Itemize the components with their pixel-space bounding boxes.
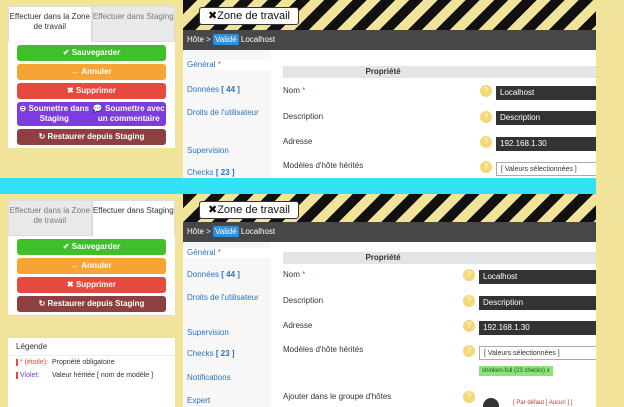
crumb-host: Localhost bbox=[238, 227, 276, 236]
help-icon[interactable]: ? bbox=[463, 320, 475, 332]
row-nom: Nom * bbox=[283, 86, 306, 95]
help-icon[interactable]: ? bbox=[480, 111, 492, 123]
legend-violet-value: Valeur héritée [ nom de modèle ] bbox=[52, 372, 154, 379]
main-area-bottom: ✖Zone de travail Hôte > Validé Localhost… bbox=[183, 194, 596, 407]
row-groupe: Ajouter dans le groupe d'hôtes bbox=[283, 392, 392, 401]
tab-workzone[interactable]: Effectuer dans la Zone de travail bbox=[8, 200, 92, 236]
sidebar-item-supervision[interactable]: Supervision bbox=[183, 146, 271, 156]
template-tag[interactable]: shinken-full (23 checks) x bbox=[479, 366, 553, 376]
legend-violet-key: Violet: bbox=[16, 372, 52, 379]
sidebar-item-checks[interactable]: Checks [ 23 ] bbox=[183, 168, 271, 178]
row-adresse: Adresse bbox=[283, 137, 313, 146]
breadcrumb: Hôte > Validé Localhost bbox=[183, 222, 596, 242]
restore-button[interactable]: ↻ Restaurer depuis Staging bbox=[17, 129, 166, 145]
tabs-bottom: Effectuer dans la Zone de travail Effect… bbox=[8, 200, 175, 236]
help-icon[interactable]: ? bbox=[463, 345, 475, 357]
sidebar-item-droits[interactable]: Droits de l'utilisateur bbox=[183, 108, 271, 118]
breadcrumb: Hôte > Validé Localhost bbox=[183, 30, 596, 50]
toggle-button[interactable] bbox=[483, 398, 499, 407]
zone-title: ✖Zone de travail bbox=[199, 7, 299, 25]
adresse-field[interactable]: 192.168.1.30 bbox=[496, 137, 596, 151]
modeles-field[interactable]: [ Valeurs sélectionnées ] bbox=[479, 346, 596, 360]
help-icon[interactable]: ? bbox=[480, 85, 492, 97]
crumb-host: Localhost bbox=[238, 35, 276, 44]
status-badge: Validé bbox=[213, 34, 239, 45]
row-description: Description bbox=[283, 112, 324, 121]
top-panel: Effectuer dans la Zone de travail Effect… bbox=[0, 0, 596, 178]
save-button[interactable]: ✔ Sauvegarder bbox=[17, 45, 166, 61]
legend-title: Légende bbox=[8, 338, 175, 356]
modeles-field[interactable]: [ Valeurs sélectionnées ] bbox=[496, 162, 596, 176]
sidebar-item-expert[interactable]: Expert bbox=[183, 396, 271, 406]
legend: Légende * (étoile): Propriété obligatoir… bbox=[8, 337, 175, 407]
delete-button[interactable]: ✖ Supprimer bbox=[17, 83, 166, 99]
help-icon[interactable]: ? bbox=[463, 295, 475, 307]
left-actions-top: Effectuer dans la Zone de travail Effect… bbox=[8, 6, 175, 148]
submit-staging-button[interactable]: ⊖ Soumettre dans Staging bbox=[17, 102, 92, 126]
default-value: [ Par défaut [ Aucun ] ] bbox=[513, 400, 573, 406]
main-area-top: ✖Zone de travail Hôte > Validé Localhost… bbox=[183, 0, 596, 178]
help-icon[interactable]: ? bbox=[480, 136, 492, 148]
tab-staging[interactable]: Effectuer dans Staging bbox=[91, 6, 175, 42]
crumb-prefix: Hôte > bbox=[187, 227, 214, 236]
restore-button[interactable]: ↻ Restaurer depuis Staging bbox=[17, 296, 166, 312]
sidebar-top: Général * Données [ 44 ] Droits de l'uti… bbox=[183, 50, 271, 178]
zone-title: ✖Zone de travail bbox=[199, 201, 299, 219]
help-icon[interactable]: ? bbox=[463, 269, 475, 281]
sidebar-item-droits[interactable]: Droits de l'utilisateur bbox=[183, 293, 271, 303]
tabs-top: Effectuer dans la Zone de travail Effect… bbox=[8, 6, 175, 42]
left-actions-bottom: Effectuer dans la Zone de travail Effect… bbox=[8, 200, 175, 315]
help-icon[interactable]: ? bbox=[463, 391, 475, 403]
sidebar-item-donnees[interactable]: Données [ 44 ] bbox=[183, 270, 271, 280]
right-margin bbox=[596, 0, 624, 407]
row-nom: Nom * bbox=[283, 270, 306, 279]
sidebar-item-general[interactable]: Général * bbox=[183, 60, 271, 70]
sidebar-item-donnees[interactable]: Données [ 44 ] bbox=[183, 85, 271, 95]
sidebar-item-notifications[interactable]: Notifications bbox=[183, 373, 271, 383]
separator-band bbox=[0, 178, 624, 194]
legend-row-violet: Violet: Valeur héritée [ nom de modèle ] bbox=[8, 369, 175, 382]
row-description: Description bbox=[283, 296, 324, 305]
delete-button[interactable]: ✖ Supprimer bbox=[17, 277, 166, 293]
row-modeles: Modèles d'hôte hérités bbox=[283, 161, 364, 170]
row-modeles: Modèles d'hôte hérités bbox=[283, 345, 364, 354]
status-badge: Validé bbox=[213, 226, 239, 237]
help-icon[interactable]: ? bbox=[480, 161, 492, 173]
tab-staging[interactable]: Effectuer dans Staging bbox=[91, 200, 175, 236]
description-field[interactable]: Description bbox=[496, 111, 596, 125]
nom-field[interactable]: Localhost bbox=[496, 86, 596, 100]
save-button[interactable]: ✔ Sauvegarder bbox=[17, 239, 166, 255]
sidebar-bottom: Général * Données [ 44 ] Droits de l'uti… bbox=[183, 242, 271, 407]
table-header: Propriété bbox=[283, 252, 596, 264]
sidebar-item-supervision[interactable]: Supervision bbox=[183, 328, 271, 338]
cancel-button[interactable]: ← Annuler bbox=[17, 64, 166, 80]
submit-comment-button[interactable]: 💬 Soumettre avec un commentaire bbox=[92, 102, 167, 126]
table-header: Propriété bbox=[283, 66, 596, 78]
sidebar-item-general[interactable]: Général * bbox=[183, 248, 271, 258]
row-adresse: Adresse bbox=[283, 321, 313, 330]
bottom-panel: Effectuer dans la Zone de travail Effect… bbox=[0, 194, 596, 407]
description-field[interactable]: Description bbox=[479, 296, 596, 310]
adresse-field[interactable]: 192.168.1.30 bbox=[479, 321, 596, 335]
crumb-prefix: Hôte > bbox=[187, 35, 214, 44]
legend-star-key: * (étoile): bbox=[16, 359, 52, 366]
nom-field[interactable]: Localhost bbox=[479, 270, 596, 284]
cancel-button[interactable]: ← Annuler bbox=[17, 258, 166, 274]
legend-star-value: Propriété obligatoire bbox=[52, 359, 115, 366]
sidebar-item-checks[interactable]: Checks [ 23 ] bbox=[183, 349, 271, 359]
legend-row-star: * (étoile): Propriété obligatoire bbox=[8, 356, 175, 369]
tab-workzone[interactable]: Effectuer dans la Zone de travail bbox=[8, 6, 92, 42]
submit-group: ⊖ Soumettre dans Staging 💬 Soumettre ave… bbox=[17, 102, 166, 126]
